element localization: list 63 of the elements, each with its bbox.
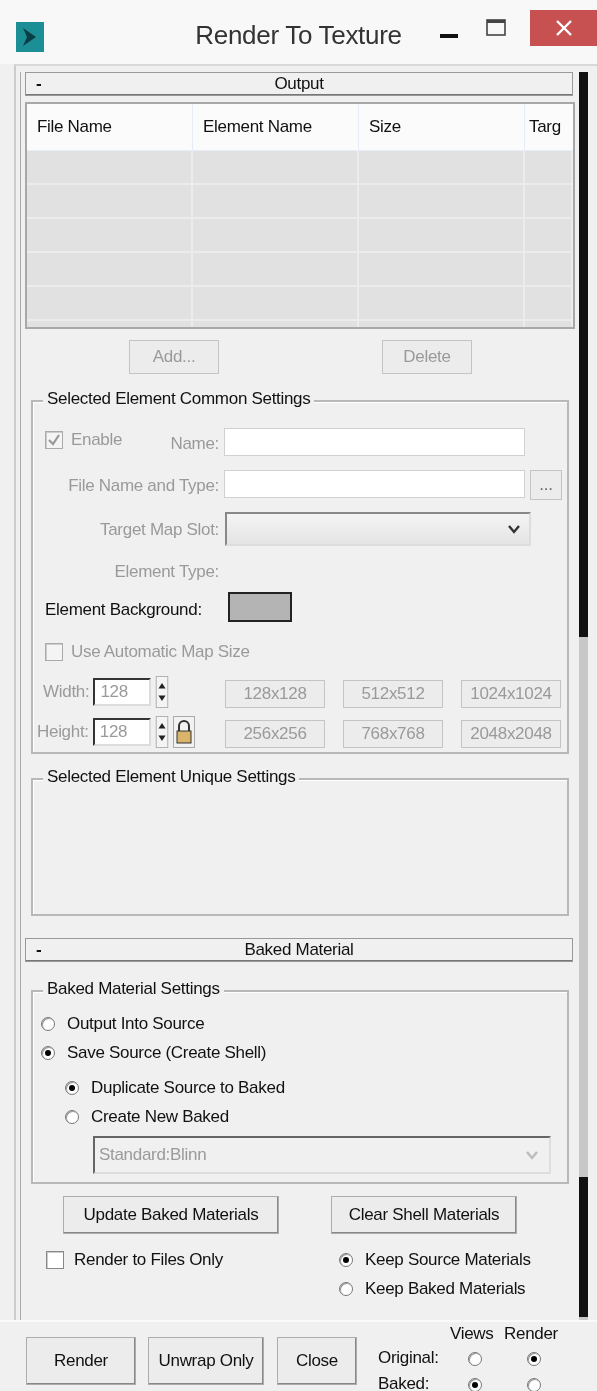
group-title: Baked Material Settings: [43, 979, 224, 999]
group-title: Selected Element Unique Settings: [43, 767, 300, 787]
checkbox-label[interactable]: Render to Files Only: [74, 1250, 223, 1270]
radio-button[interactable]: [527, 1378, 541, 1391]
radio-label[interactable]: Create New Baked: [91, 1107, 229, 1127]
field-label: Enable: [71, 430, 123, 450]
column-header: Views: [450, 1324, 494, 1344]
radio-label[interactable]: Keep Baked Materials: [365, 1279, 526, 1299]
column-header[interactable]: Targ: [525, 104, 573, 150]
radio-button[interactable]: [339, 1282, 353, 1296]
target-map-slot-dropdown[interactable]: [225, 512, 531, 546]
button[interactable]: Close: [277, 1337, 357, 1385]
field-label: Target Map Slot:: [100, 520, 219, 540]
close-icon[interactable]: [554, 19, 573, 37]
radio-button[interactable]: [41, 1017, 55, 1031]
column-header[interactable]: File Name: [27, 104, 193, 150]
button[interactable]: ...: [530, 470, 562, 500]
field-label: Use Automatic Map Size: [71, 642, 250, 662]
button[interactable]: Clear Shell Materials: [331, 1196, 517, 1234]
rollout-title: Output: [274, 74, 324, 93]
column-header[interactable]: Size: [359, 104, 525, 150]
field-label: Element Type:: [114, 562, 219, 582]
radio-label[interactable]: Save Source (Create Shell): [67, 1043, 267, 1063]
app-icon: [16, 22, 44, 52]
field-label: Name:: [170, 434, 219, 454]
field-label: Height:: [37, 722, 89, 742]
collapse-toggle[interactable]: -: [36, 74, 42, 94]
scrollbar[interactable]: [579, 72, 588, 1320]
window-title: Render To Texture: [195, 20, 402, 50]
rollout-title: Baked Material: [244, 940, 354, 959]
row-label: Baked:: [378, 1374, 430, 1391]
collapse-toggle[interactable]: -: [36, 940, 42, 960]
row-label: Original:: [378, 1348, 439, 1368]
button[interactable]: Update Baked Materials: [63, 1196, 279, 1234]
checkbox[interactable]: [46, 1251, 64, 1269]
field-label: File Name and Type:: [68, 476, 219, 496]
radio-button[interactable]: [65, 1110, 79, 1124]
rollout-header[interactable]: - Baked Material: [25, 938, 573, 962]
name-field[interactable]: [224, 428, 525, 456]
group-title: Selected Element Common Settings: [43, 389, 315, 409]
rollout-header[interactable]: - Output: [25, 72, 573, 96]
maximize-icon[interactable]: [486, 18, 506, 38]
field-label: Width:: [43, 682, 90, 702]
button[interactable]: Render: [26, 1337, 136, 1385]
radio-button[interactable]: [527, 1352, 541, 1366]
radio-button[interactable]: [468, 1378, 482, 1391]
color-swatch[interactable]: [228, 592, 292, 622]
close-button[interactable]: [530, 10, 597, 46]
column-header: Render: [504, 1324, 558, 1344]
file-name-field[interactable]: [224, 470, 525, 498]
button[interactable]: Unwrap Only: [148, 1337, 264, 1385]
radio-label[interactable]: Duplicate Source to Baked: [91, 1078, 285, 1098]
radio-button[interactable]: [41, 1046, 55, 1060]
field-label: Element Background:: [45, 600, 202, 620]
radio-button[interactable]: [65, 1081, 79, 1095]
lock-icon[interactable]: [172, 716, 195, 748]
radio-label[interactable]: Output Into Source: [67, 1014, 205, 1034]
radio-button[interactable]: [468, 1352, 482, 1366]
radio-label[interactable]: Keep Source Materials: [365, 1250, 531, 1270]
column-header[interactable]: Element Name: [193, 104, 359, 150]
radio-button[interactable]: [339, 1253, 353, 1267]
spinner-arrows-icon[interactable]: [155, 676, 170, 708]
spinner-arrows-icon[interactable]: [154, 716, 169, 748]
